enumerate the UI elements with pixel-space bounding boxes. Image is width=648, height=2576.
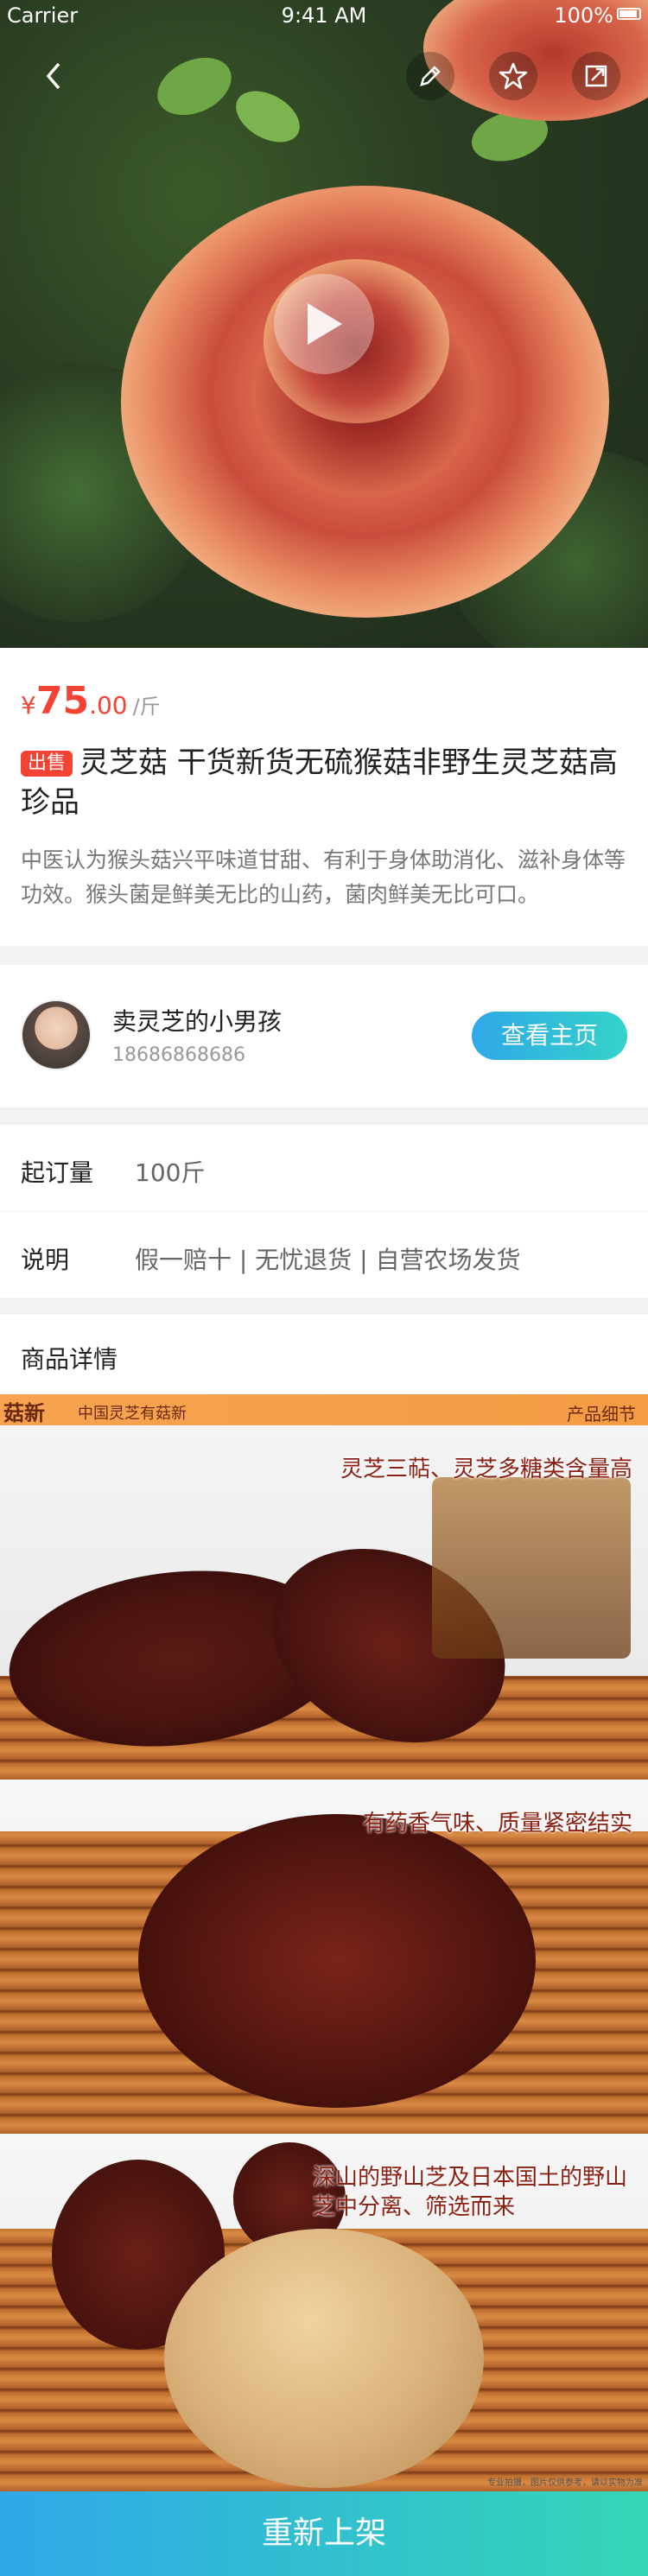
- seller-card: 卖灵芝的小男孩 18686868686 查看主页: [0, 965, 648, 1107]
- sale-tag: 出售: [21, 751, 73, 777]
- detail-panel-2: 有药香气味、质量紧密结实: [0, 1780, 648, 2134]
- tea-glass: [432, 1477, 631, 1659]
- price-decimal: .00: [89, 691, 128, 720]
- attribute-list: 起订量 100斤 说明 假一赔十 | 无忧退货 | 自营农场发货: [0, 1125, 648, 1298]
- battery-percent: 100%: [554, 3, 613, 28]
- banner-label: 产品细节: [567, 1404, 636, 1424]
- attribute-row-notes: 说明 假一赔十 | 无忧退货 | 自营农场发货: [0, 1211, 648, 1298]
- attribute-key: 说明: [21, 1246, 70, 1274]
- chevron-left-icon: [46, 62, 60, 90]
- reishi-underside: [164, 2229, 484, 2488]
- detail-panel-3: 深山的野山芝及日本国土的野山芝中分离、筛选而来 专业拍摄，图片仅供参考，请以实物…: [0, 2134, 648, 2491]
- star-icon: [499, 62, 528, 90]
- view-homepage-button[interactable]: 查看主页: [472, 1012, 627, 1060]
- relist-button[interactable]: 重新上架: [0, 2491, 648, 2576]
- edit-button[interactable]: [406, 52, 454, 100]
- price-unit: /斤: [132, 695, 161, 719]
- brand-logo: 菇新: [3, 1401, 45, 1425]
- detail-banner: 菇新 中国灵芝有菇新 产品细节: [0, 1394, 648, 1425]
- pencil-icon: [420, 66, 441, 86]
- attribute-value: 假一赔十 | 无忧退货 | 自营农场发货: [135, 1246, 521, 1274]
- status-bar: Carrier 9:41 AM 100%: [0, 0, 648, 35]
- product-detail-image[interactable]: 菇新 中国灵芝有菇新 产品细节 灵芝三萜、灵芝多糖类含量高 有药香气味、质量紧密…: [0, 1394, 648, 2491]
- seller-phone: 18686868686: [112, 1044, 245, 1066]
- attribute-value: 100斤: [135, 1158, 206, 1187]
- product-hero-image[interactable]: Carrier 9:41 AM 100%: [0, 0, 648, 648]
- product-description: 中医认为猴头菇兴平味道甘甜、有利于身体助消化、滋补身体等功效。猴头菌是鲜美无比的…: [21, 847, 626, 907]
- play-video-button[interactable]: [274, 274, 374, 374]
- brand-slogan: 中国灵芝有菇新: [78, 1405, 187, 1423]
- leaf: [226, 80, 309, 153]
- product-title-block: 出售 灵芝菇 干货新货无硫猴菇非野生灵芝菇高珍品: [21, 743, 626, 822]
- detail-caption-2: 有药香气味、质量紧密结实: [362, 1811, 632, 1837]
- reishi-cap: [138, 1814, 536, 2108]
- leaf: [148, 46, 241, 127]
- product-info-card: ¥75.00/斤 出售 灵芝菇 干货新货无硫猴菇非野生灵芝菇高珍品 中医认为猴头菇…: [0, 648, 648, 946]
- product-detail-page: Carrier 9:41 AM 100% ¥75.00/斤 出售 灵芝菇 干货新货…: [0, 0, 648, 2576]
- image-footnote: 专业拍摄，图片仅供参考，请以实物为准: [487, 2478, 643, 2488]
- share-icon: [585, 65, 607, 87]
- detail-caption-3: 深山的野山芝及日本国土的野山芝中分离、筛选而来: [313, 2165, 628, 2220]
- price-integer: 75: [35, 679, 90, 723]
- attribute-row-moq: 起订量 100斤: [0, 1125, 648, 1211]
- detail-panel-1: 灵芝三萜、灵芝多糖类含量高: [0, 1425, 648, 1780]
- detail-caption-1: 灵芝三萜、灵芝多糖类含量高: [340, 1456, 632, 1482]
- clock: 9:41 AM: [281, 3, 367, 28]
- attribute-key: 起订量: [21, 1158, 94, 1187]
- favorite-button[interactable]: [489, 52, 537, 100]
- seller-avatar[interactable]: [21, 999, 92, 1070]
- back-button[interactable]: [29, 52, 78, 100]
- seller-name: 卖灵芝的小男孩: [112, 1007, 283, 1036]
- share-button[interactable]: [572, 52, 620, 100]
- price: ¥75.00/斤: [21, 679, 161, 723]
- price-currency: ¥: [21, 691, 36, 720]
- details-header: 商品详情: [0, 1315, 648, 1394]
- product-title: 灵芝菇 干货新货无硫猴菇非野生灵芝菇高珍品: [21, 746, 618, 820]
- details-heading: 商品详情: [21, 1345, 118, 1374]
- battery-icon: [617, 8, 641, 20]
